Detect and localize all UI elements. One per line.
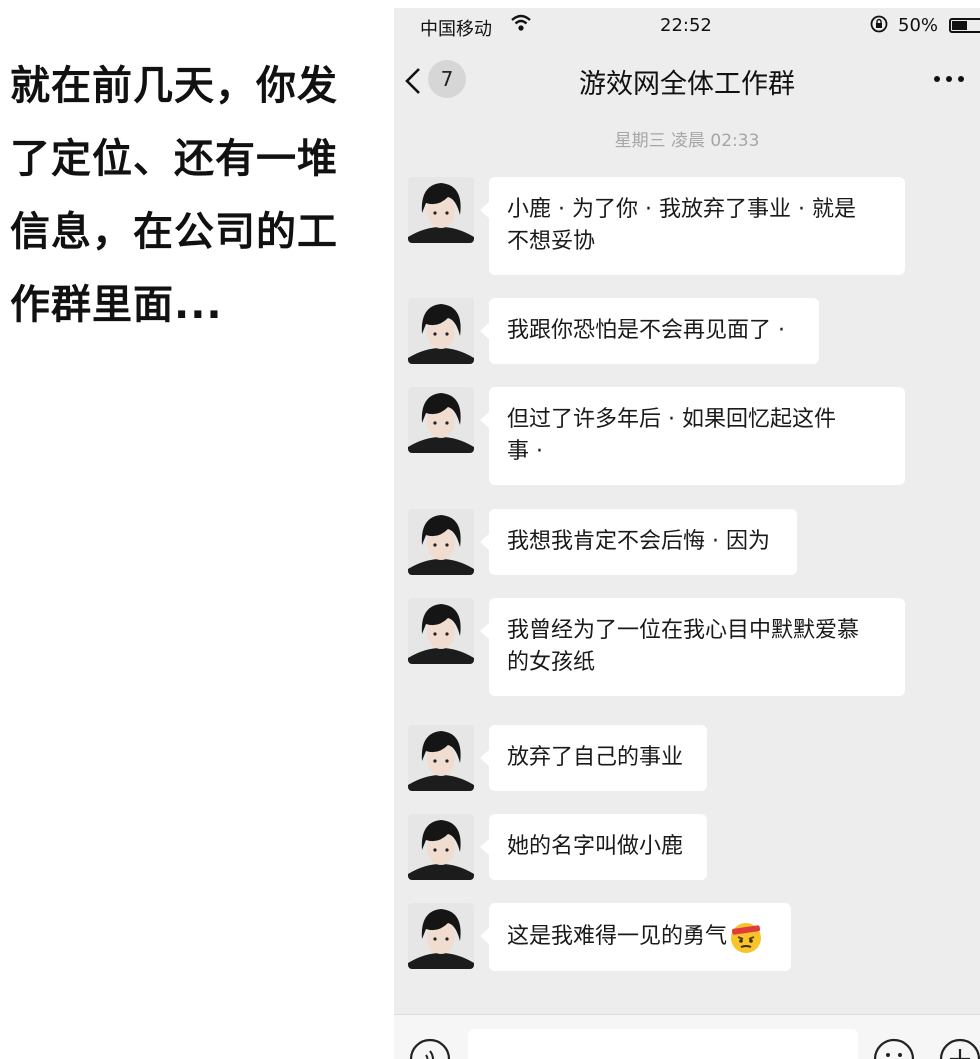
avatar[interactable] xyxy=(408,598,474,664)
message-text: 的女孩纸 xyxy=(507,650,596,675)
input-bar xyxy=(394,1014,980,1059)
chat-screen: 中国移动 22:52 50% 7 游效网全体工作群 星期三 凌晨 02:33 小… xyxy=(394,8,980,1059)
battery-percent: 50% xyxy=(898,15,939,36)
message-text: 我曾经为了一位在我心目中默默爱慕 xyxy=(507,618,860,643)
more-options-icon[interactable] xyxy=(932,74,966,84)
avatar[interactable] xyxy=(408,387,474,453)
voice-input-icon[interactable] xyxy=(408,1037,452,1059)
orientation-lock-icon xyxy=(870,15,888,33)
message-text: 小鹿 · 为了你 · 我放弃了事业 · 就是 xyxy=(507,197,856,222)
wifi-icon xyxy=(511,14,531,31)
chat-header: 7 游效网全体工作群 xyxy=(394,46,980,108)
avatar[interactable] xyxy=(408,298,474,364)
message-bubble[interactable]: 她的名字叫做小鹿 xyxy=(480,814,707,880)
avatar[interactable] xyxy=(408,903,474,969)
caption-line: 信息，在公司的工 xyxy=(10,209,338,255)
message-text: 这是我难得一见的勇气 xyxy=(507,924,728,949)
chat-title: 游效网全体工作群 xyxy=(579,69,795,100)
message-bubble[interactable]: 放弃了自己的事业 xyxy=(480,725,707,791)
avatar-image xyxy=(408,598,474,664)
carrier-name: 中国移动 xyxy=(420,19,492,40)
message-bubble[interactable]: 小鹿 · 为了你 · 我放弃了事业 · 就是 不想妥协 xyxy=(480,177,905,275)
caption-line: 就在前几天，你发 xyxy=(10,63,338,109)
message-text: 但过了许多年后 · 如果回忆起这件 xyxy=(507,407,836,432)
avatar-image xyxy=(408,177,474,243)
message-input[interactable] xyxy=(468,1029,858,1059)
message-text: 事 · xyxy=(507,439,543,464)
determined-face-emoji-icon xyxy=(731,923,762,953)
message-text: 放弃了自己的事业 xyxy=(507,745,684,770)
message-bubble[interactable]: 但过了许多年后 · 如果回忆起这件 事 · xyxy=(480,387,905,485)
caption-text: 就在前几天，你发 了定位、还有一堆 信息，在公司的工 作群里面... xyxy=(10,50,380,342)
message-bubble[interactable]: 我跟你恐怕是不会再见面了 · xyxy=(480,298,819,364)
avatar[interactable] xyxy=(408,509,474,575)
message-text: 我跟你恐怕是不会再见面了 · xyxy=(507,318,785,343)
message-text: 不想妥协 xyxy=(507,229,596,254)
avatar-image xyxy=(408,814,474,880)
add-attachment-icon[interactable] xyxy=(938,1037,980,1059)
avatar-image xyxy=(408,725,474,791)
avatar[interactable] xyxy=(408,177,474,243)
message-bubble[interactable]: 我想我肯定不会后悔 · 因为 xyxy=(480,509,797,575)
avatar-image xyxy=(408,509,474,575)
caption-line: 了定位、还有一堆 xyxy=(10,136,338,182)
emoji-picker-icon[interactable] xyxy=(872,1037,916,1059)
message-bubble[interactable]: 这是我难得一见的勇气 xyxy=(480,903,791,971)
avatar[interactable] xyxy=(408,725,474,791)
avatar-image xyxy=(408,903,474,969)
message-bubble[interactable]: 我曾经为了一位在我心目中默默爱慕 的女孩纸 xyxy=(480,598,905,696)
caption-line: 作群里面... xyxy=(10,282,223,328)
status-time: 22:52 xyxy=(660,15,712,36)
message-text: 她的名字叫做小鹿 xyxy=(507,834,684,859)
avatar-image xyxy=(408,387,474,453)
battery-icon xyxy=(949,18,980,33)
message-text: 我想我肯定不会后悔 · 因为 xyxy=(507,529,770,554)
status-bar: 中国移动 22:52 50% xyxy=(394,8,980,44)
avatar-image xyxy=(408,298,474,364)
avatar[interactable] xyxy=(408,814,474,880)
message-timestamp: 星期三 凌晨 02:33 xyxy=(614,131,760,151)
